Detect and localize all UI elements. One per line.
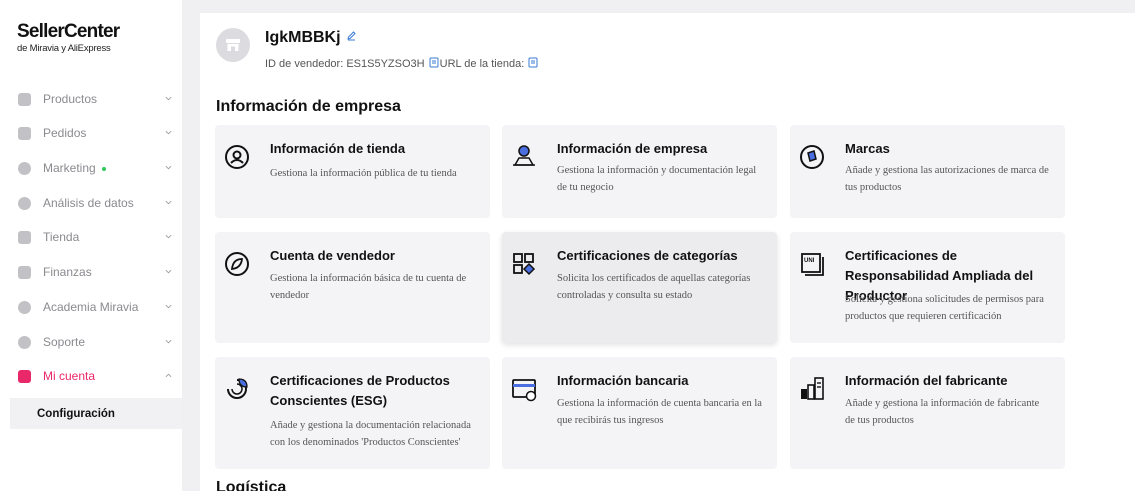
card-informacion-bancaria[interactable]: Información bancaria Gestiona la informa… [502,357,777,469]
sidebar-item-tienda[interactable]: Tienda [0,220,182,254]
logo[interactable]: SellerCenter de Miravia y AliExpress [17,21,120,55]
section-title-logistica: Logística [216,479,287,491]
card-title: Información bancaria [557,373,689,388]
sidebar-item-label: Productos [43,92,98,106]
card-description: Añade y gestiona la información de fabri… [845,398,1040,426]
uni-cert-icon: UNI [801,253,824,276]
orders-icon [18,126,31,140]
sidebar-item-label: Análisis de datos [43,196,134,210]
sidebar-item-label-wrap: Marketing [43,161,106,175]
sidebar-item-label: Academia Miravia [43,300,139,314]
card-description: Gestiona la información pública de tu ti… [270,168,457,179]
card-certificaciones-responsabilidad[interactable]: UNI Certificaciones de Responsabilidad A… [790,232,1065,343]
card-title: Cuenta de vendedor [270,248,395,263]
sidebar-item-label: Soporte [43,335,86,349]
chevron-down-icon [165,304,172,309]
copy-icon[interactable] [528,57,538,68]
chevron-down-icon [165,269,172,274]
card-title: Información de tienda [270,141,406,156]
finance-icon [18,265,31,279]
card-description: Gestiona la información de cuenta bancar… [557,398,762,426]
store-url-label: URL de la tienda: [439,58,525,70]
sidebar-subitem-label: Configuración [37,407,115,420]
sidebar-item-mi-cuenta[interactable]: Mi cuenta [0,359,182,393]
card-cuenta-vendedor[interactable]: Cuenta de vendedor Gestiona la informaci… [215,232,490,343]
card-informacion-tienda[interactable]: Información de tienda Gestiona la inform… [215,125,490,218]
academy-icon [18,300,31,314]
chevron-down-icon [165,96,172,101]
store-icon [226,39,240,51]
chevron-down-icon [165,200,172,205]
account-icon [18,369,31,383]
card-title: Marcas [845,141,890,156]
card-title: Información del fabricante [845,373,1008,388]
marketing-icon [18,161,31,175]
brand-icon [800,145,824,169]
seller-id: ID de vendedor: ES1S5YZSO3H [265,58,425,70]
sidebar: SellerCenter de Miravia y AliExpress Pro… [0,0,182,491]
card-description: Gestiona la información básica de tu cue… [270,273,467,301]
box-icon [18,92,31,106]
store-meta: ID de vendedor: ES1S5YZSO3H URL de la ti… [265,57,539,70]
sidebar-item-label: Pedidos [43,126,87,140]
store-name: IgkMBBKj [265,29,341,46]
main-panel: IgkMBBKj ID de vendedor: ES1S5YZSO3H URL… [200,13,1135,491]
manufacturer-icon [801,377,824,400]
sidebar-item-academia[interactable]: Academia Miravia [0,290,182,324]
store-profile-icon [225,145,249,169]
company-icon [513,145,535,166]
card-title: Certificaciones de categorías [557,248,738,263]
sidebar-item-label: Mi cuenta [43,369,96,383]
card-informacion-empresa[interactable]: Información de empresa Gestiona la infor… [502,125,777,218]
svg-text:UNI: UNI [804,258,815,264]
sidebar-item-pedidos[interactable]: Pedidos [0,116,182,150]
copy-icon[interactable] [429,57,439,68]
seller-account-icon [225,252,249,276]
card-title: Certificaciones de Productos Conscientes… [270,373,450,408]
sidebar-item-label: Finanzas [43,265,92,279]
card-description: Añade y gestiona las autorizaciones de m… [845,165,1049,193]
bank-icon [512,379,537,402]
store-icon [18,230,31,244]
sidebar-subitem-configuracion[interactable]: Configuración [10,398,182,429]
sidebar-item-analisis[interactable]: Análisis de datos [0,186,182,220]
sidebar-item-soporte[interactable]: Soporte [0,325,182,359]
store-avatar [216,28,250,62]
card-marcas[interactable]: Marcas Añade y gestiona las autorizacion… [790,125,1065,218]
card-title: Información de empresa [557,141,708,156]
logo-title: SellerCenter [17,21,120,42]
chevron-down-icon [165,234,172,239]
logo-subtitle: de Miravia y AliExpress [17,43,111,54]
sidebar-item-productos[interactable]: Productos [0,82,182,116]
card-informacion-fabricante[interactable]: Información del fabricante Añade y gesti… [790,357,1065,469]
sidebar-item-finanzas[interactable]: Finanzas [0,255,182,289]
section-title: Información de empresa [216,98,401,115]
card-certificaciones-categorias[interactable]: Certificaciones de categorías Solicita l… [502,232,777,343]
card-description: Añade y gestiona la documentación relaci… [270,420,471,448]
support-icon [18,335,31,349]
chevron-down-icon [165,339,172,344]
chevron-up-icon [165,373,172,378]
chevron-down-icon [165,130,172,135]
store-name-row: IgkMBBKj [265,29,357,47]
sidebar-item-marketing[interactable]: Marketing [0,151,182,185]
edit-icon[interactable] [346,30,357,41]
card-description: Gestiona la información y documentación … [557,165,757,193]
card-description: Solicita los certificados de aquellas ca… [557,273,751,301]
analytics-icon [18,196,31,210]
chevron-down-icon [165,165,172,170]
card-certificaciones-esg[interactable]: Certificaciones de Productos Conscientes… [215,357,490,469]
sidebar-item-label: Marketing [43,161,96,175]
new-indicator-dot [101,166,106,171]
category-cert-icon [513,253,536,276]
card-description: Solicita y gestiona solicitudes de permi… [845,294,1044,322]
esg-icon [227,378,248,399]
sidebar-item-label: Tienda [43,230,80,244]
